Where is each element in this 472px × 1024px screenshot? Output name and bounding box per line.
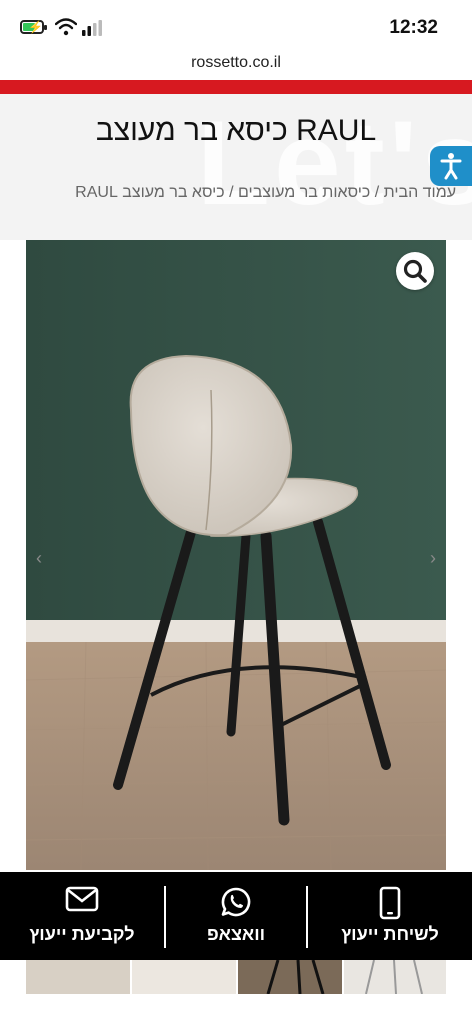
zoom-button[interactable] (396, 252, 434, 290)
cta-label: לקביעת ייעוץ (29, 924, 135, 944)
url-bar[interactable]: rossetto.co.il (0, 54, 472, 72)
breadcrumb[interactable]: עמוד הבית / כיסאות בר מעוצבים / כיסא בר … (75, 184, 456, 202)
thumbnail-strip (26, 960, 446, 994)
product-gallery[interactable]: ‹ › (26, 240, 446, 870)
signal-icon (82, 20, 102, 36)
brand-bar (0, 80, 472, 94)
whatsapp-button[interactable]: וואצאפ (166, 872, 306, 960)
product-image (26, 240, 446, 870)
envelope-icon (65, 886, 99, 912)
chevron-right-icon[interactable]: › (430, 548, 436, 569)
book-consultation-button[interactable]: לקביעת ייעוץ (0, 872, 164, 960)
clock: 12:32 (389, 17, 438, 38)
page-header: Let's כיסא בר מעוצב RAUL עמוד הבית / כיס… (0, 94, 472, 240)
phone-consultation-button[interactable]: לשיחת ייעוץ (308, 872, 472, 960)
thumbnail[interactable] (344, 960, 446, 994)
page-title: כיסא בר מעוצב RAUL (95, 114, 377, 147)
chevron-left-icon[interactable]: ‹ (36, 548, 42, 569)
cta-label: לשיחת ייעוץ (341, 924, 439, 944)
status-bar: ⚡ 12:32 (0, 0, 472, 52)
wifi-icon (55, 18, 77, 36)
thumbnail[interactable] (132, 960, 236, 994)
bottom-action-bar: לקביעת ייעוץ וואצאפ לשיחת ייעוץ (0, 872, 472, 960)
thumbnail[interactable] (238, 960, 342, 994)
accessibility-button[interactable] (430, 146, 472, 186)
search-icon (403, 259, 427, 283)
thumbnail[interactable] (26, 960, 130, 994)
battery-icon: ⚡ (20, 20, 47, 34)
accessibility-icon (440, 153, 462, 180)
cta-label: וואצאפ (206, 924, 266, 944)
whatsapp-icon (221, 887, 251, 917)
mobile-phone-icon (379, 886, 401, 920)
